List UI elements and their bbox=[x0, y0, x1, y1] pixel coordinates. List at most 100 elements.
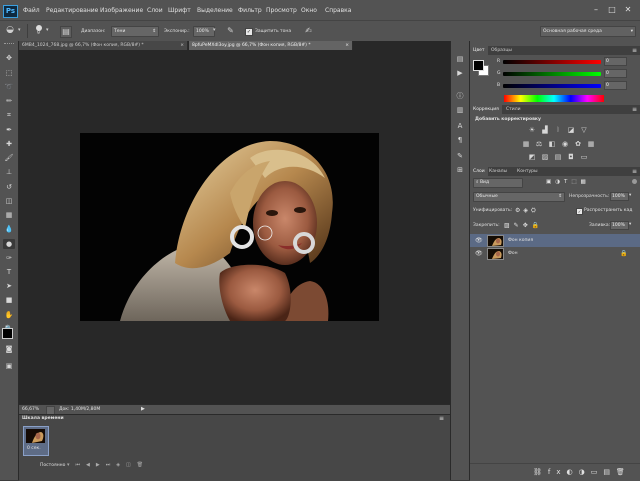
eye-visibility-icon[interactable]: 👁 bbox=[475, 250, 483, 257]
panel-menu-icon[interactable]: ≡ bbox=[632, 168, 637, 175]
layer-row-bg-copy[interactable]: 👁 Фон копия bbox=[470, 234, 640, 247]
selective-color-icon[interactable]: ◘ bbox=[566, 153, 576, 162]
close-window-button[interactable]: ✕ bbox=[622, 5, 634, 15]
tab-close-icon[interactable]: × bbox=[180, 41, 184, 50]
brush-presets-panel-icon[interactable]: ✎ bbox=[454, 151, 466, 161]
tab-close-icon[interactable]: × bbox=[345, 41, 349, 50]
layers-action-icons[interactable]: ⛓fx◐◑▭▤🗑 bbox=[533, 468, 631, 476]
preset-chevron-down-icon[interactable]: ▾ bbox=[18, 27, 21, 33]
hand-tool-icon[interactable]: ✋ bbox=[3, 310, 15, 320]
loop-select[interactable]: Постоянно bbox=[40, 463, 65, 468]
channel-b-slider[interactable] bbox=[503, 84, 601, 88]
menu-help[interactable]: Справка bbox=[325, 7, 351, 14]
pen-tool-icon[interactable]: ✑ bbox=[3, 253, 15, 263]
channel-b-input[interactable]: 0 bbox=[604, 81, 627, 90]
history-brush-tool-icon[interactable]: ↺ bbox=[3, 182, 15, 192]
menu-select[interactable]: Выделение bbox=[197, 7, 233, 14]
gradient-map-icon[interactable]: ▭ bbox=[579, 153, 589, 162]
frame-time[interactable]: 0 сек. bbox=[27, 446, 41, 451]
screen-mode-icon[interactable]: ▣ bbox=[3, 361, 15, 371]
brush-chevron-down-icon[interactable]: ▾ bbox=[46, 27, 49, 33]
character-panel-icon[interactable]: A bbox=[454, 121, 466, 131]
exposure-chevron-down-icon[interactable]: ▾ bbox=[213, 27, 216, 33]
timeline-controls[interactable]: ▾⏮◀▶⏭◈◫🗑 bbox=[67, 462, 149, 468]
posterize-icon[interactable]: ▨ bbox=[540, 153, 550, 162]
airbrush-icon[interactable]: ✎ bbox=[225, 26, 236, 36]
menu-edit[interactable]: Редактирование bbox=[46, 7, 98, 14]
layer-name[interactable]: Фон копия bbox=[508, 238, 533, 243]
hue-saturation-icon[interactable]: ▦ bbox=[521, 140, 531, 149]
move-tool-icon[interactable]: ✥ bbox=[3, 53, 15, 63]
opacity-input[interactable]: 100% bbox=[610, 192, 629, 201]
path-selection-tool-icon[interactable]: ➤ bbox=[3, 281, 15, 291]
channel-mixer-icon[interactable]: ✿ bbox=[573, 140, 583, 149]
eraser-tool-icon[interactable]: ◫ bbox=[3, 196, 15, 206]
menu-type[interactable]: Шрифт bbox=[168, 7, 191, 14]
toolbar-grip[interactable] bbox=[4, 43, 14, 46]
eye-visibility-icon[interactable]: 👁 bbox=[475, 237, 483, 244]
clone-stamp-tool-icon[interactable]: ⊥ bbox=[3, 167, 15, 177]
exposure-icon[interactable]: ◪ bbox=[566, 126, 576, 135]
tab-adjustments[interactable]: Коррекция bbox=[470, 105, 502, 114]
black-white-icon[interactable]: ◧ bbox=[547, 140, 557, 149]
levels-icon[interactable]: ▟ bbox=[540, 126, 550, 135]
panel-menu-icon[interactable]: ≡ bbox=[632, 47, 637, 54]
tab-channels[interactable]: Каналы bbox=[486, 167, 510, 176]
menu-view[interactable]: Просмотр bbox=[266, 7, 297, 14]
curves-icon[interactable]: ⦚ bbox=[553, 126, 563, 135]
filter-toggle[interactable] bbox=[632, 179, 637, 184]
timeline-title[interactable]: Шкала времени bbox=[22, 416, 64, 421]
color-foreground-swatch[interactable] bbox=[473, 60, 484, 71]
range-select[interactable]: Тени ⇕ bbox=[111, 26, 159, 37]
tab-color[interactable]: Цвет bbox=[470, 46, 488, 55]
crop-tool-icon[interactable]: ⌗ bbox=[3, 110, 15, 120]
actions-panel-icon[interactable]: ▶ bbox=[454, 68, 466, 78]
image-canvas[interactable] bbox=[80, 133, 379, 321]
channel-g-input[interactable]: 0 bbox=[604, 69, 627, 78]
lasso-tool-icon[interactable]: ➰ bbox=[3, 82, 15, 92]
foreground-color-swatch[interactable] bbox=[2, 328, 13, 339]
panel-menu-icon[interactable]: ≡ bbox=[439, 415, 444, 422]
channel-g-slider[interactable] bbox=[503, 72, 601, 76]
threshold-icon[interactable]: ▤ bbox=[553, 153, 563, 162]
paragraph-panel-icon[interactable]: ¶ bbox=[454, 135, 466, 145]
lock-icons[interactable]: ▨✎✥🔒 bbox=[504, 222, 543, 229]
info-panel-icon[interactable]: ⓘ bbox=[454, 91, 466, 101]
opacity-chevron-down-icon[interactable]: ▾ bbox=[629, 193, 631, 198]
brush-tool-icon[interactable]: 🖌 bbox=[3, 153, 15, 163]
layer-filter-icons[interactable]: ▣◑T⬚▩ bbox=[546, 179, 590, 185]
propagate-checkbox[interactable]: ✓ bbox=[576, 208, 583, 215]
burn-tool-icon[interactable]: ● bbox=[3, 239, 15, 249]
restore-button[interactable]: □ bbox=[606, 5, 618, 15]
layer-name[interactable]: Фон bbox=[508, 251, 518, 256]
color-lookup-icon[interactable]: ▦ bbox=[586, 140, 596, 149]
menu-file[interactable]: Файл bbox=[23, 7, 40, 14]
marquee-tool-icon[interactable]: ⬚ bbox=[3, 68, 15, 78]
status-menu-arrow-icon[interactable]: ▶ bbox=[141, 406, 145, 412]
eyedropper-tool-icon[interactable]: ✒ bbox=[3, 125, 15, 135]
brush-size-picker[interactable]: 9 bbox=[33, 24, 45, 37]
channel-r-input[interactable]: 0 bbox=[604, 57, 627, 66]
pressure-size-icon[interactable]: ✍ bbox=[303, 26, 314, 36]
channel-r-slider[interactable] bbox=[503, 60, 601, 64]
properties-panel-icon[interactable]: ▥ bbox=[454, 105, 466, 115]
type-tool-icon[interactable]: T bbox=[3, 267, 15, 277]
zoom-level[interactable]: 66,67% bbox=[22, 407, 39, 412]
gradient-tool-icon[interactable]: ▦ bbox=[3, 210, 15, 220]
protect-tones-checkbox[interactable]: ✓ bbox=[245, 28, 253, 36]
clone-source-panel-icon[interactable]: ⊞ bbox=[454, 165, 466, 175]
tab-styles[interactable]: Стили bbox=[503, 105, 524, 114]
burn-tool-preset-icon[interactable]: ◒ bbox=[4, 25, 16, 36]
layer-filter-select[interactable]: ⌕ Вид bbox=[473, 178, 523, 188]
workspace-select[interactable]: Основная рабочая среда ▾ bbox=[540, 26, 636, 37]
photo-filter-icon[interactable]: ◉ bbox=[560, 140, 570, 149]
tab-document-2[interactable]: 8pfuPeMXdl3oy.jpg @ 66,7% (Фон копия, RG… bbox=[189, 41, 353, 50]
tab-paths[interactable]: Контуры bbox=[514, 167, 541, 176]
panel-menu-icon[interactable]: ≡ bbox=[632, 106, 637, 113]
unify-icons[interactable]: ⚙◈⛭ bbox=[515, 207, 539, 215]
menu-image[interactable]: Изображение bbox=[100, 7, 143, 14]
menu-layers[interactable]: Слои bbox=[147, 7, 163, 14]
quick-select-tool-icon[interactable]: ✏ bbox=[3, 96, 15, 106]
quick-mask-icon[interactable]: ◙ bbox=[3, 344, 15, 354]
fill-input[interactable]: 100% bbox=[610, 221, 629, 230]
